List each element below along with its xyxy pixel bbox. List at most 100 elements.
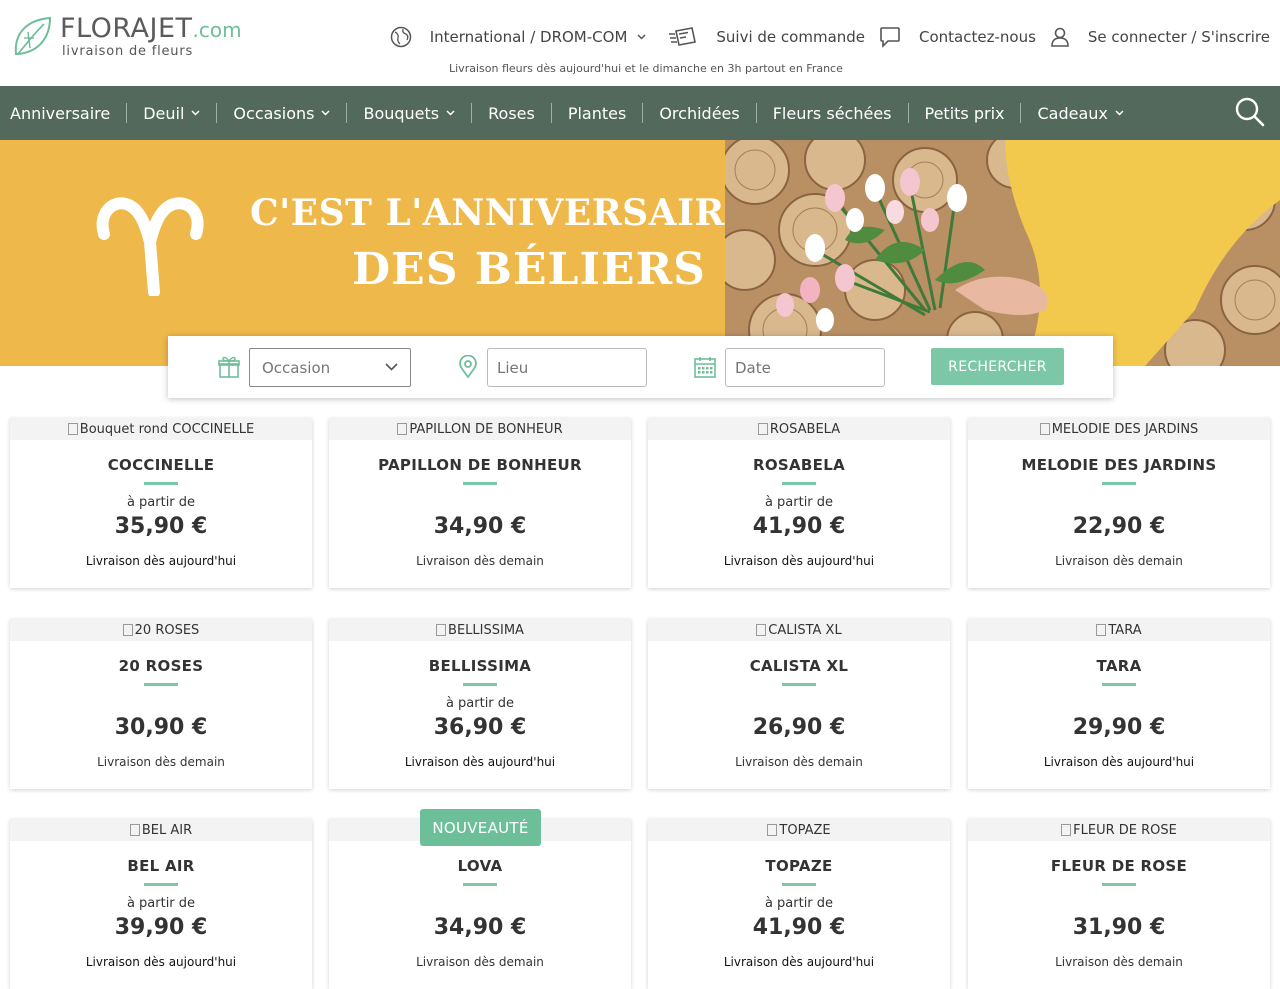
order-tracking-link[interactable]: Suivi de commande [668,26,865,48]
price-prefix: à partir de [445,696,515,711]
product-card[interactable]: BEL AIR BEL AIR à partir de 39,90 € Livr… [10,819,312,989]
image-alt-text: TARA [1108,622,1142,638]
delivery-info: Livraison dès demain [416,554,544,568]
product-image[interactable]: TARA [968,619,1270,641]
product-card[interactable]: ROSABELA ROSABELA à partir de 41,90 € Li… [648,418,950,588]
product-card[interactable]: FLEUR DE ROSE FLEUR DE ROSE 31,90 € Livr… [968,819,1270,989]
delivery-info: Livraison dès aujourd'hui [723,554,875,568]
product-card[interactable]: CALISTA XL CALISTA XL 26,90 € Livraison … [648,619,950,789]
nav-item-fleurs-sechees[interactable]: Fleurs séchées [755,103,908,123]
price-prefix: à partir de [126,896,196,911]
name-underline [463,482,497,485]
aries-symbol-icon [96,197,204,296]
site-header: FLORAJET.com livraison de fleurs Interna… [0,0,1280,86]
product-price: 31,90 € [1072,915,1166,940]
product-card[interactable]: 20 ROSES 20 ROSES 30,90 € Livraison dès … [10,619,312,789]
wood-and-tulips-illustration [725,140,1280,366]
nav-item-occasions[interactable]: Occasions [216,103,346,123]
product-name[interactable]: ROSABELA [648,456,950,474]
broken-image-icon [1039,423,1050,435]
product-price: 22,90 € [1072,514,1166,539]
product-name[interactable]: BELLISSIMA [329,657,631,675]
product-card[interactable]: BELLISSIMA BELLISSIMA à partir de 36,90 … [329,619,631,789]
user-icon [1051,27,1069,47]
nav-item-petits-prix[interactable]: Petits prix [907,103,1021,123]
international-label: International / DROM-COM [429,28,628,46]
product-name[interactable]: TOPAZE [648,857,950,875]
nav-item-label: Plantes [567,103,627,123]
name-underline [782,683,816,686]
contact-label: Contactez-nous [919,28,1036,46]
product-image[interactable]: FLEUR DE ROSE [968,819,1270,841]
nav-item-label: Occasions [233,103,315,123]
product-price: 35,90 € [114,514,208,539]
nav-item-roses[interactable]: Roses [471,103,551,123]
product-image[interactable]: BEL AIR [10,819,312,841]
price-prefix: à partir de [764,896,834,911]
product-card[interactable]: MELODIE DES JARDINS MELODIE DES JARDINS … [968,418,1270,588]
chevron-down-icon [321,110,330,116]
leaf-logo-icon [14,16,52,55]
image-alt-text: FLEUR DE ROSE [1073,822,1177,838]
date-input[interactable] [725,348,885,387]
product-name[interactable]: LOVA [329,857,631,875]
product-price: 34,90 € [433,514,527,539]
nav-item-orchidees[interactable]: Orchidées [642,103,755,123]
image-alt-text: 20 ROSES [134,622,200,638]
product-name[interactable]: BEL AIR [10,857,312,875]
new-badge: NOUVEAUTÉ [420,809,541,846]
place-input[interactable] [487,348,647,387]
product-image[interactable]: Bouquet rond COCCINELLE [10,418,312,440]
site-logo[interactable]: FLORAJET.com livraison de fleurs [10,14,250,64]
chevron-down-icon [385,363,398,371]
product-image[interactable]: TOPAZE [648,819,950,841]
price-prefix: à partir de [764,495,834,510]
product-image[interactable]: MELODIE DES JARDINS [968,418,1270,440]
gift-icon [218,356,240,378]
nav-item-plantes[interactable]: Plantes [550,103,643,123]
product-name[interactable]: FLEUR DE ROSE [968,857,1270,875]
price-prefix: à partir de [126,495,196,510]
product-card[interactable]: PAPILLON DE BONHEUR PAPILLON DE BONHEUR … [329,418,631,588]
delivery-tagline: Livraison fleurs dès aujourd'hui et le d… [449,62,843,75]
product-image[interactable]: PAPILLON DE BONHEUR [329,418,631,440]
occasion-select[interactable]: Occasion [249,348,411,387]
nav-item-bouquets[interactable]: Bouquets [346,103,471,123]
search-button[interactable]: RECHERCHER [931,348,1064,385]
product-image[interactable]: 20 ROSES [10,619,312,641]
product-name[interactable]: MELODIE DES JARDINS [968,456,1270,474]
product-name[interactable]: COCCINELLE [10,456,312,474]
delivery-info: Livraison dès demain [416,955,544,969]
chevron-down-icon [637,34,646,40]
account-link[interactable]: Se connecter / S'inscrire [1050,26,1270,48]
location-pin-icon [459,355,477,379]
nav-item-label: Fleurs séchées [772,103,892,123]
product-image[interactable]: BELLISSIMA [329,619,631,641]
search-icon[interactable] [1234,96,1266,128]
broken-image-icon [67,423,78,435]
product-card[interactable]: TARA TARA 29,90 € Livraison dès aujourd'… [968,619,1270,789]
product-name[interactable]: TARA [968,657,1270,675]
contact-link[interactable]: Contactez-nous [879,26,1036,48]
product-card[interactable]: TOPAZE TOPAZE à partir de 41,90 € Livrai… [648,819,950,989]
hero-banner[interactable]: C'EST L'ANNIVERSAIRE DES BÉLIERS [0,140,1280,366]
product-name[interactable]: PAPILLON DE BONHEUR [329,456,631,474]
product-card[interactable]: NOUVEAUTÉ LOVA 34,90 € Livraison dès dem… [329,809,631,989]
name-underline [463,883,497,886]
product-price: 36,90 € [433,715,527,740]
product-card[interactable]: Bouquet rond COCCINELLE COCCINELLE à par… [10,418,312,588]
product-name[interactable]: CALISTA XL [648,657,950,675]
nav-item-anniversaire[interactable]: Anniversaire [0,103,126,123]
chevron-down-icon [191,110,200,116]
product-image[interactable]: ROSABELA [648,418,950,440]
international-link[interactable]: International / DROM-COM [390,26,647,48]
delivery-info: Livraison dès demain [735,755,863,769]
product-image[interactable]: CALISTA XL [648,619,950,641]
nav-item-label: Anniversaire [10,103,111,123]
name-underline [144,482,178,485]
nav-item-label: Deuil [143,103,185,123]
nav-item-deuil[interactable]: Deuil [126,103,216,123]
product-name[interactable]: 20 ROSES [10,657,312,675]
delivery-info: Livraison dès aujourd'hui [723,955,875,969]
nav-item-cadeaux[interactable]: Cadeaux [1020,103,1139,123]
